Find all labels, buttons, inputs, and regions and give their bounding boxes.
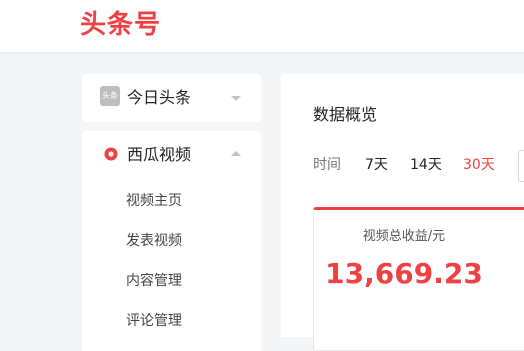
- sidebar-item-xigua-label: 西瓜视频: [127, 145, 192, 164]
- sidebar-section-toutiao: 头条 今日头条: [82, 74, 261, 122]
- sidebar-item-toutiao-label: 今日头条: [127, 88, 192, 107]
- chevron-down-icon[interactable]: [231, 96, 241, 101]
- data-overview-panel: 数据概览 时间 7天 14天 30天 视频总收益/元 13,669.23: [281, 74, 524, 351]
- video-revenue-card[interactable]: 视频总收益/元 13,669.23: [313, 207, 524, 351]
- chevron-up-icon[interactable]: [231, 151, 241, 156]
- page-title: 数据概览: [313, 105, 378, 124]
- stat-value: 13,669.23: [325, 257, 483, 290]
- sidebar-subitem-video-home[interactable]: 视频主页: [126, 191, 182, 211]
- sidebar-subitem-content-management[interactable]: 内容管理: [126, 271, 182, 291]
- toutiaohao-logo[interactable]: 头条号: [80, 9, 161, 41]
- time-range-label: 时间: [313, 157, 341, 173]
- xigua-video-icon: [104, 147, 118, 161]
- sidebar-subitem-publish-video[interactable]: 发表视频: [126, 231, 182, 251]
- sidebar-item-toutiao[interactable]: 头条 今日头条: [82, 74, 261, 122]
- sidebar-subitem-comment-management[interactable]: 评论管理: [126, 311, 182, 331]
- top-header: 头条号: [0, 0, 524, 52]
- tab-14-days[interactable]: 14天: [410, 154, 442, 176]
- sidebar-item-xigua[interactable]: 西瓜视频: [82, 131, 261, 179]
- tab-7-days[interactable]: 7天: [365, 154, 388, 176]
- toutiao-icon: 头条: [100, 86, 120, 106]
- sidebar-section-xigua: 西瓜视频 视频主页 发表视频 内容管理 评论管理: [82, 131, 261, 351]
- tab-30-days[interactable]: 30天: [463, 154, 495, 176]
- stat-label: 视频总收益/元: [362, 229, 446, 244]
- date-range-picker[interactable]: [518, 150, 524, 182]
